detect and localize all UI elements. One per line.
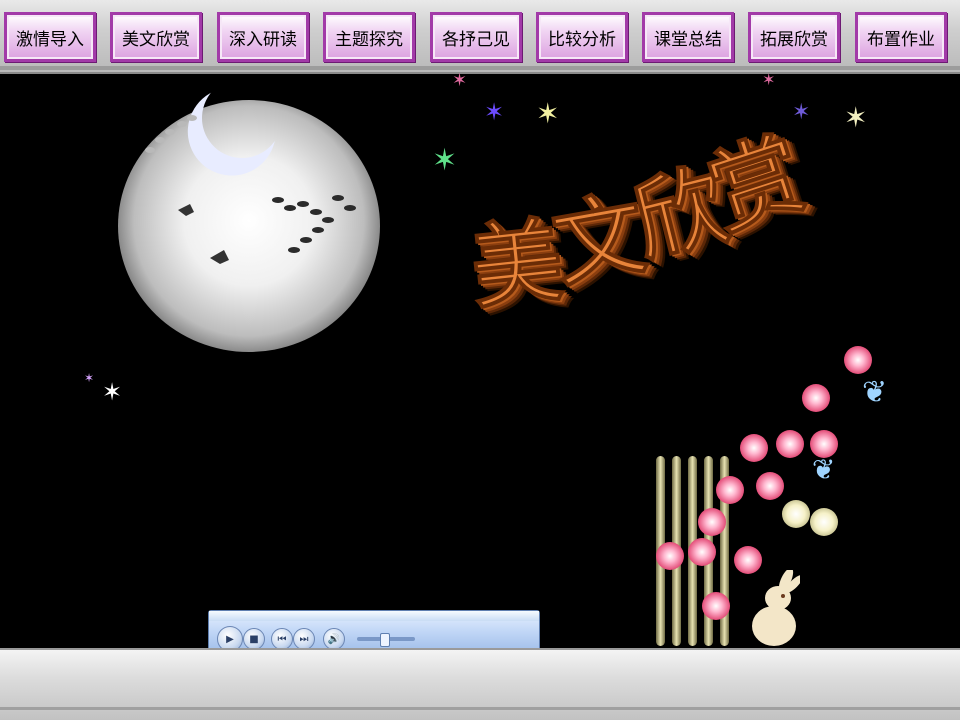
volume-icon: 🔊	[327, 633, 341, 645]
rabbit-icon	[752, 570, 800, 646]
star-icon: ✶	[762, 70, 776, 89]
star-icon: ✶	[102, 378, 123, 406]
leaf-branch-decoration	[145, 115, 197, 153]
butterfly-icon: ❦	[862, 375, 888, 410]
next-icon: ⏭	[299, 633, 309, 645]
volume-slider-knob[interactable]	[380, 633, 390, 647]
star-icon: ✶	[432, 143, 458, 178]
mute-button[interactable]: 🔊	[323, 628, 345, 650]
star-icon: ✶	[452, 70, 468, 91]
butterfly-icon	[178, 204, 194, 216]
previous-icon: ⏮	[277, 633, 287, 645]
next-button[interactable]: ⏭	[293, 628, 315, 650]
nav-button-summary[interactable]: 课堂总结	[642, 12, 734, 62]
stop-icon: ■	[249, 633, 259, 645]
star-icon: ✶	[84, 371, 95, 385]
nav-button-theme[interactable]: 主题探究	[323, 12, 415, 62]
butterfly-icon: ❦	[812, 453, 836, 486]
play-icon: ▶	[226, 633, 234, 645]
nav-button-appreciate[interactable]: 美文欣赏	[110, 12, 202, 62]
nav-button-intro[interactable]: 激情导入	[4, 12, 96, 62]
navigation-bar: 激情导入 美文欣赏 深入研读 主题探究 各抒己见 比较分析 课堂总结 拓展欣赏 …	[0, 0, 960, 74]
nav-button-deep-read[interactable]: 深入研读	[217, 12, 309, 62]
slide-title: 美 文 欣 赏	[465, 110, 817, 350]
nav-button-opinions[interactable]: 各抒己见	[430, 12, 522, 62]
media-player-title-strip	[209, 611, 539, 621]
nav-button-compare[interactable]: 比较分析	[536, 12, 628, 62]
nav-button-extend[interactable]: 拓展欣赏	[748, 12, 840, 62]
volume-slider[interactable]	[357, 633, 415, 647]
bottom-bar	[0, 648, 960, 720]
star-icon: ✶	[844, 101, 868, 134]
stop-button[interactable]: ■	[243, 628, 265, 650]
nav-button-homework[interactable]: 布置作业	[855, 12, 947, 62]
previous-button[interactable]: ⏮	[271, 628, 293, 650]
